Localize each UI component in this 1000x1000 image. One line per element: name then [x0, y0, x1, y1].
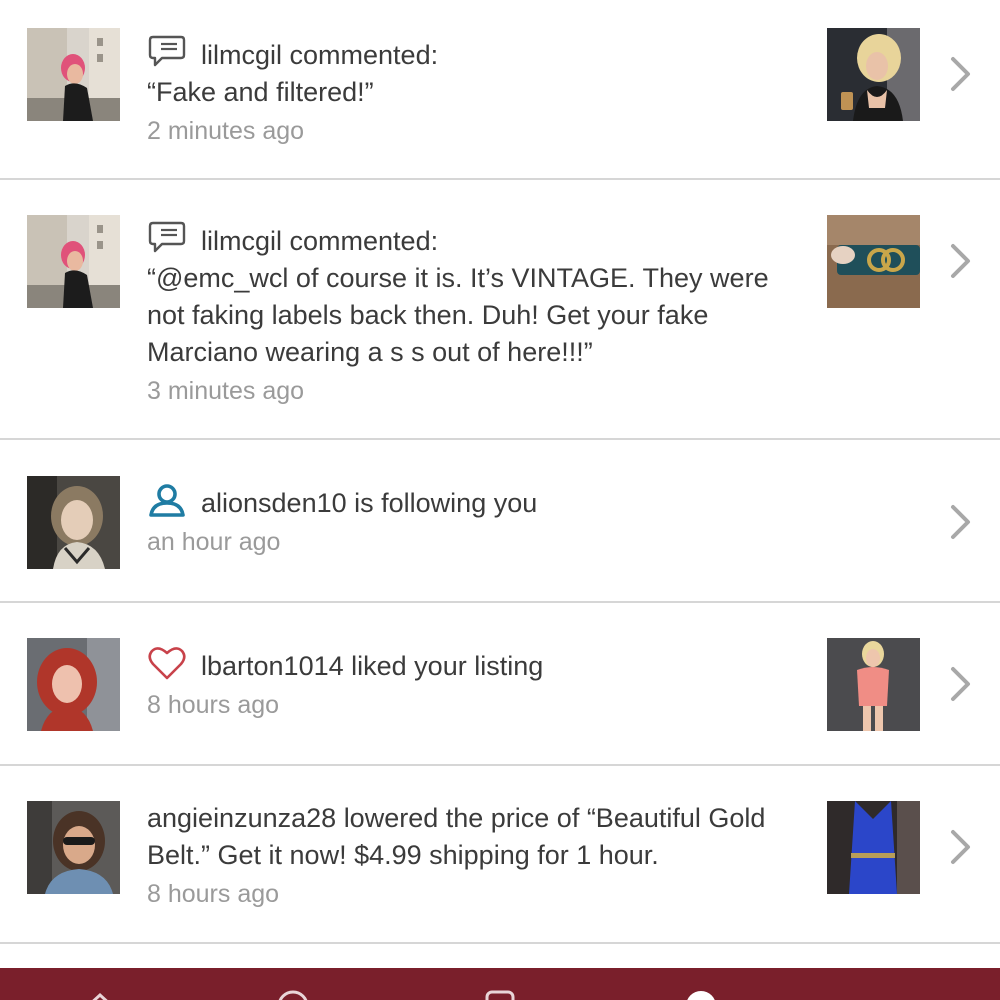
notification-text: lbarton1014 liked your listing 8 hours a… — [147, 645, 807, 724]
username[interactable]: lilmcgil — [201, 40, 282, 70]
avatar-photo-lbarton1014 — [27, 638, 120, 731]
notification-row[interactable]: lbarton1014 liked your listing 8 hours a… — [0, 603, 1000, 766]
comment-icon — [147, 34, 189, 70]
chevron-right-icon[interactable] — [945, 502, 975, 542]
avatar-photo-lilmcgil — [27, 215, 120, 308]
timestamp: 8 hours ago — [147, 880, 280, 908]
user-icon — [147, 482, 189, 518]
action-text: liked your listing — [351, 651, 544, 681]
timestamp: 3 minutes ago — [147, 377, 305, 405]
heart-icon — [147, 645, 189, 681]
notification-row[interactable]: angieinzunza28 lowered the price of “Bea… — [0, 766, 1000, 944]
bottom-tab-bar — [0, 968, 1000, 1000]
user-avatar[interactable] — [27, 638, 120, 731]
listing-thumbnail[interactable] — [827, 801, 920, 894]
listing-thumbnail[interactable] — [827, 638, 920, 731]
listing-photo — [827, 28, 920, 121]
notification-text: angieinzunza28 lowered the price of “Bea… — [147, 800, 807, 913]
chevron-right-icon[interactable] — [945, 241, 975, 281]
action-text: commented: — [289, 226, 439, 256]
username[interactable]: angieinzunza28 — [147, 803, 336, 833]
comment-quote: “@emc_wcl of course it is. It’s VINTAGE.… — [147, 263, 769, 367]
action-text: commented: — [289, 40, 439, 70]
listing-photo — [827, 801, 920, 894]
comment-quote: “Fake and filtered!” — [147, 77, 374, 107]
timestamp: an hour ago — [147, 528, 281, 556]
comment-icon — [147, 220, 189, 256]
notification-row[interactable]: lilmcgil commented: “Fake and filtered!”… — [0, 0, 1000, 180]
notification-text: lilmcgil commented: “Fake and filtered!”… — [147, 34, 807, 150]
tab-sell-icon[interactable] — [482, 988, 518, 1000]
notification-row[interactable]: lilmcgil commented: “@emc_wcl of course … — [0, 180, 1000, 440]
chevron-right-icon[interactable] — [945, 664, 975, 704]
chevron-right-icon[interactable] — [945, 827, 975, 867]
username[interactable]: alionsden10 — [201, 488, 347, 518]
listing-thumbnail[interactable] — [827, 215, 920, 308]
timestamp: 2 minutes ago — [147, 117, 305, 145]
notification-feed: lilmcgil commented: “Fake and filtered!”… — [0, 0, 1000, 968]
tab-news-icon[interactable] — [683, 988, 719, 1000]
avatar-photo-angieinzunza28 — [27, 801, 120, 894]
user-avatar[interactable] — [27, 801, 120, 894]
avatar-photo-lilmcgil — [27, 28, 120, 121]
username[interactable]: lbarton1014 — [201, 651, 344, 681]
notification-text: lilmcgil commented: “@emc_wcl of course … — [147, 220, 807, 410]
user-avatar[interactable] — [27, 476, 120, 569]
user-avatar[interactable] — [27, 28, 120, 121]
chevron-right-icon[interactable] — [945, 54, 975, 94]
timestamp: 8 hours ago — [147, 691, 280, 719]
notification-row[interactable]: alionsden10 is following you an hour ago — [0, 440, 1000, 603]
listing-photo — [827, 638, 920, 731]
avatar-photo-alionsden10 — [27, 476, 120, 569]
notification-text: alionsden10 is following you an hour ago — [147, 482, 807, 561]
username[interactable]: lilmcgil — [201, 226, 282, 256]
action-text: is following you — [354, 488, 538, 518]
listing-photo — [827, 215, 920, 308]
listing-thumbnail[interactable] — [827, 28, 920, 121]
user-avatar[interactable] — [27, 215, 120, 308]
tab-home-icon[interactable] — [82, 988, 118, 1000]
tab-explore-icon[interactable] — [275, 988, 311, 1000]
